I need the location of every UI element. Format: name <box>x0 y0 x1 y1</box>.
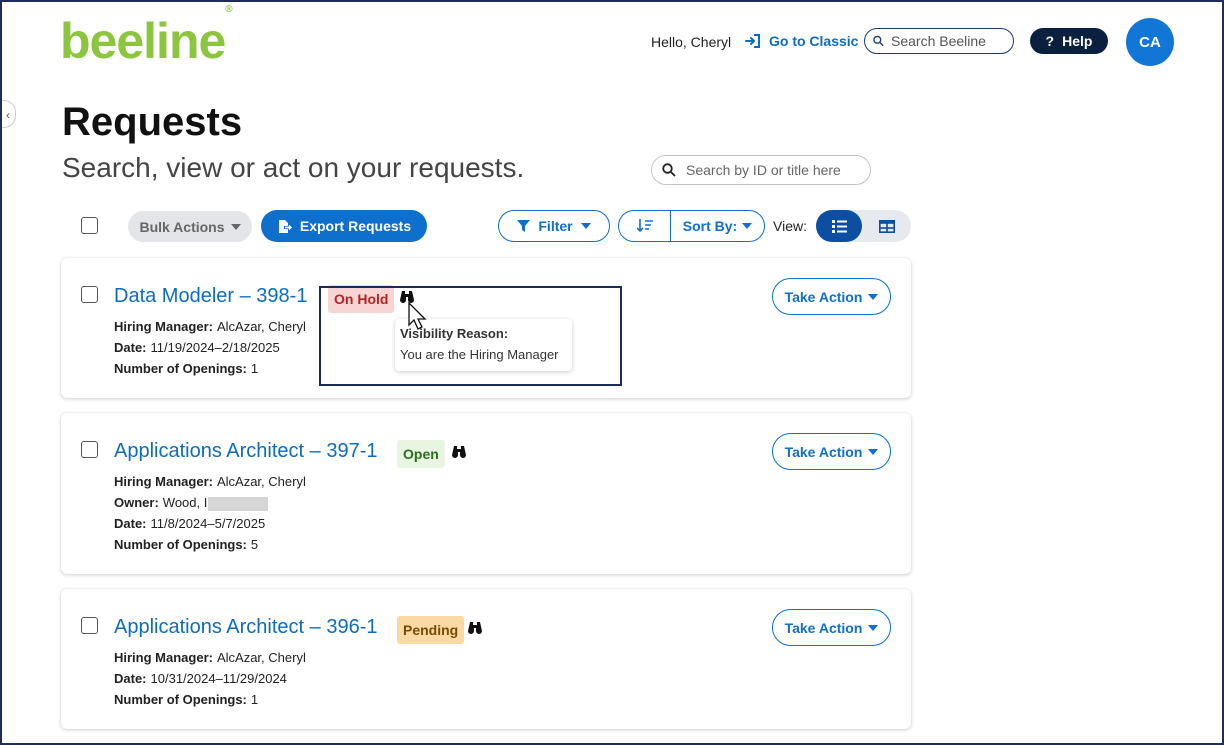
openings-label: Number of Openings: <box>114 537 247 552</box>
request-checkbox[interactable] <box>81 441 98 458</box>
request-date: Date: 11/19/2024–2/18/2025 <box>114 340 280 355</box>
sort-by-label: Sort By: <box>682 218 738 234</box>
hiring-manager-value: AlcAzar, Cheryl <box>216 474 306 489</box>
request-owner: Owner: Wood, I <box>114 495 269 511</box>
beeline-logo[interactable]: beeline® <box>60 4 233 70</box>
number-of-openings: Number of Openings: 1 <box>114 361 258 376</box>
take-action-button[interactable]: Take Action <box>772 278 891 315</box>
sort-control: Sort By: <box>618 210 765 242</box>
redacted-text <box>208 496 269 511</box>
sort-descending-icon <box>636 219 653 233</box>
export-requests-label: Export Requests <box>299 218 412 234</box>
openings-value: 1 <box>250 361 259 376</box>
hiring-manager: Hiring Manager: AlcAzar, Cheryl <box>114 650 306 665</box>
openings-value: 1 <box>250 692 259 707</box>
request-date: Date: 10/31/2024–11/29/2024 <box>114 671 287 686</box>
number-of-openings: Number of Openings: 5 <box>114 537 258 552</box>
caret-down-icon <box>868 293 879 300</box>
hiring-manager-value: AlcAzar, Cheryl <box>216 650 306 665</box>
filter-icon <box>517 219 531 232</box>
sort-direction-button[interactable] <box>619 211 671 241</box>
openings-label: Number of Openings: <box>114 361 247 376</box>
grid-view-button[interactable] <box>862 210 911 242</box>
binoculars-icon[interactable] <box>468 622 482 634</box>
date-value: 10/31/2024–11/29/2024 <box>150 671 287 686</box>
user-greeting: Hello, Cheryl <box>651 34 732 50</box>
take-action-label: Take Action <box>784 619 863 636</box>
filter-label: Filter <box>538 218 573 234</box>
number-of-openings: Number of Openings: 1 <box>114 692 258 707</box>
hiring-manager-value: AlcAzar, Cheryl <box>216 319 306 334</box>
take-action-button[interactable]: Take Action <box>772 433 891 470</box>
bulk-actions-button[interactable]: Bulk Actions <box>128 211 252 242</box>
go-to-classic-label: Go to Classic <box>769 33 859 49</box>
caret-down-icon <box>868 448 879 455</box>
request-checkbox[interactable] <box>81 286 98 303</box>
date-value: 11/19/2024–2/18/2025 <box>150 340 280 355</box>
logo-text: beeline <box>60 13 226 69</box>
question-icon: ? <box>1045 33 1055 49</box>
caret-down-icon <box>742 223 753 229</box>
hiring-manager: Hiring Manager: AlcAzar, Cheryl <box>114 474 306 489</box>
date-label: Date: <box>114 671 147 686</box>
view-label: View: <box>773 218 807 234</box>
request-search[interactable] <box>651 155 871 185</box>
request-title-link[interactable]: Applications Architect – 396-1 <box>114 616 378 639</box>
hiring-manager-label: Hiring Manager: <box>114 319 213 334</box>
table-icon <box>878 219 895 233</box>
caret-down-icon <box>230 223 241 230</box>
view-toggle <box>816 210 911 242</box>
page-title: Requests <box>62 100 243 144</box>
caret-down-icon <box>580 223 591 229</box>
mouse-cursor-icon <box>408 302 427 330</box>
help-button[interactable]: ? Help <box>1030 28 1108 54</box>
search-icon <box>662 163 676 177</box>
sign-in-icon <box>745 34 760 48</box>
file-export-icon <box>278 219 292 233</box>
collapse-sidebar-button[interactable]: ‹ <box>0 100 16 128</box>
date-value: 11/8/2024–5/7/2025 <box>150 516 266 531</box>
search-icon <box>873 35 884 47</box>
list-icon <box>831 219 847 233</box>
owner-label: Owner: <box>114 495 159 510</box>
sort-by-dropdown[interactable]: Sort By: <box>671 218 764 234</box>
take-action-label: Take Action <box>784 288 863 305</box>
request-title-link[interactable]: Data Modeler – 398-1 <box>114 285 307 308</box>
select-all-checkbox[interactable] <box>81 217 98 234</box>
logo-mark: ® <box>225 4 232 16</box>
chevron-left-icon: ‹ <box>6 108 10 122</box>
openings-value: 5 <box>250 537 259 552</box>
status-badge: Open <box>397 440 445 468</box>
take-action-button[interactable]: Take Action <box>772 609 891 646</box>
page-subtitle: Search, view or act on your requests. <box>62 152 525 183</box>
user-avatar[interactable]: CA <box>1126 18 1174 66</box>
take-action-label: Take Action <box>784 443 863 460</box>
binoculars-icon[interactable] <box>452 446 466 458</box>
filter-button[interactable]: Filter <box>498 210 610 242</box>
request-card: Applications Architect – 396-1 Pending H… <box>61 589 911 729</box>
global-search-input[interactable] <box>889 32 1013 50</box>
request-card: Applications Architect – 397-1 Open Hiri… <box>61 413 911 574</box>
export-requests-button[interactable]: Export Requests <box>261 210 427 242</box>
bulk-actions-label: Bulk Actions <box>139 218 225 235</box>
hiring-manager: Hiring Manager: AlcAzar, Cheryl <box>114 319 306 334</box>
date-label: Date: <box>114 340 147 355</box>
list-view-button[interactable] <box>816 210 862 242</box>
request-title-link[interactable]: Applications Architect – 397-1 <box>114 440 378 463</box>
tooltip-text: You are the Hiring Manager <box>400 347 559 362</box>
help-label: Help <box>1062 33 1093 49</box>
request-checkbox[interactable] <box>81 617 98 634</box>
caret-down-icon <box>868 624 879 631</box>
request-date: Date: 11/8/2024–5/7/2025 <box>114 516 265 531</box>
global-search[interactable] <box>864 28 1014 54</box>
hiring-manager-label: Hiring Manager: <box>114 650 213 665</box>
status-badge: Pending <box>397 616 465 644</box>
openings-label: Number of Openings: <box>114 692 247 707</box>
request-search-input[interactable] <box>684 161 868 179</box>
hiring-manager-label: Hiring Manager: <box>114 474 213 489</box>
date-label: Date: <box>114 516 147 531</box>
owner-value: Wood, I <box>162 495 208 510</box>
go-to-classic-link[interactable]: Go to Classic <box>745 33 858 49</box>
